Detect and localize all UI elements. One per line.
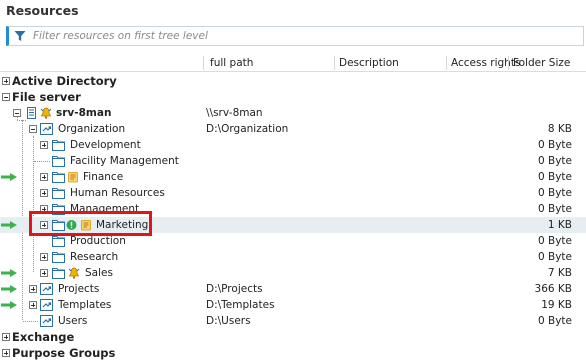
column-header-path[interactable]: full path <box>210 57 253 69</box>
size-cell: 0 Byte <box>537 187 572 199</box>
tree-label: File server <box>12 90 81 104</box>
tree-row-active-directory[interactable]: Active Directory <box>0 73 586 89</box>
tree-row-templates[interactable]: Templates D:\Templates 19 KB <box>0 297 586 313</box>
expand-icon[interactable] <box>29 285 37 293</box>
tree-row-facility-management[interactable]: Facility Management 0 Byte <box>0 153 586 169</box>
size-cell: 7 KB <box>547 267 572 279</box>
expand-icon[interactable] <box>29 301 37 309</box>
tree-label: Active Directory <box>12 74 117 88</box>
tree-label: Human Resources <box>70 187 165 199</box>
page-title: Resources <box>6 3 79 18</box>
collapse-icon[interactable] <box>13 109 21 117</box>
tree-row-users[interactable]: Users D:\Users 0 Byte <box>0 313 586 329</box>
folder-icon <box>52 171 65 183</box>
tree-row-development[interactable]: Development 0 Byte <box>0 137 586 153</box>
green-arrow-icon <box>1 301 17 309</box>
size-cell: 19 KB <box>541 299 572 311</box>
green-arrow-icon <box>1 221 17 229</box>
tree-row-exchange[interactable]: Exchange <box>0 329 586 345</box>
size-cell: 0 Byte <box>537 235 572 247</box>
tree-connector <box>23 321 38 322</box>
green-arrow-icon <box>1 173 17 181</box>
expand-icon[interactable] <box>2 349 10 357</box>
expand-icon[interactable] <box>40 173 48 181</box>
funnel-icon <box>14 31 26 41</box>
tree-row-file-server[interactable]: File server <box>0 89 586 105</box>
tree-label: Facility Management <box>70 155 179 167</box>
size-cell: 0 Byte <box>537 139 572 151</box>
collapse-icon[interactable] <box>2 93 10 101</box>
tree-label: Production <box>70 235 126 247</box>
folder-icon <box>52 267 65 279</box>
path-cell: D:\Users <box>206 315 251 327</box>
column-separator[interactable] <box>508 56 509 70</box>
bell-icon <box>68 267 80 279</box>
expand-icon[interactable] <box>40 269 48 277</box>
collapse-icon[interactable] <box>29 125 37 133</box>
column-separator[interactable] <box>446 56 447 70</box>
column-separator[interactable] <box>203 56 204 70</box>
tree-row-projects[interactable]: Projects D:\Projects 366 KB <box>0 281 586 297</box>
size-cell: 0 Byte <box>537 171 572 183</box>
server-icon <box>25 107 38 119</box>
size-cell: 0 Byte <box>537 155 572 167</box>
highlight-box <box>29 211 152 236</box>
column-header-row: full path Description Access rights Fold… <box>0 54 586 72</box>
tree-label: Exchange <box>12 330 75 344</box>
expand-icon[interactable] <box>2 77 10 85</box>
path-cell: \\srv-8man <box>206 107 263 119</box>
column-header-size[interactable]: Folder Size <box>513 57 570 69</box>
tree-label: Finance <box>83 171 124 183</box>
tree-row-server[interactable]: srv-8man \\srv-8man <box>0 105 586 121</box>
path-cell: D:\Organization <box>206 123 289 135</box>
tree-row-research[interactable]: Research 0 Byte <box>0 249 586 265</box>
filter-placeholder: Filter resources on first tree level <box>33 30 208 42</box>
tree-label: Users <box>58 315 88 327</box>
tree-label: Purpose Groups <box>12 346 116 360</box>
path-cell: D:\Templates <box>206 299 275 311</box>
size-cell: 0 Byte <box>537 251 572 263</box>
folder-icon <box>52 235 65 247</box>
tree-label: srv-8man <box>56 107 112 119</box>
filter-box[interactable]: Filter resources on first tree level <box>6 26 584 46</box>
tree-row-finance[interactable]: Finance 0 Byte <box>0 169 586 185</box>
bell-icon <box>40 107 52 119</box>
tree-label: Research <box>70 251 119 263</box>
tree-connector <box>34 161 50 162</box>
share-icon <box>40 283 53 295</box>
expand-icon[interactable] <box>2 333 10 341</box>
tree-label: Development <box>70 139 141 151</box>
green-arrow-icon <box>1 269 17 277</box>
folder-icon <box>52 251 65 263</box>
tree-label: Sales <box>85 267 113 279</box>
tree-row-organization[interactable]: Organization D:\Organization 8 KB <box>0 121 586 137</box>
size-cell: 0 Byte <box>537 203 572 215</box>
size-cell: 0 Byte <box>537 315 572 327</box>
expand-icon[interactable] <box>40 253 48 261</box>
column-header-description[interactable]: Description <box>339 57 399 69</box>
folder-icon <box>52 155 65 167</box>
folder-icon <box>52 187 65 199</box>
notice-icon <box>67 171 79 183</box>
tree-row-purpose-groups[interactable]: Purpose Groups <box>0 345 586 361</box>
expand-icon[interactable] <box>40 189 48 197</box>
expand-icon[interactable] <box>40 141 48 149</box>
share-icon <box>40 315 53 327</box>
size-cell: 1 KB <box>547 219 572 231</box>
share-icon <box>40 123 53 135</box>
column-header-access[interactable]: Access rights <box>451 57 520 69</box>
tree-label: Templates <box>58 299 112 311</box>
tree-row-sales[interactable]: Sales 7 KB <box>0 265 586 281</box>
tree-label: Organization <box>58 123 126 135</box>
size-cell: 366 KB <box>534 283 572 295</box>
column-separator[interactable] <box>334 56 335 70</box>
green-arrow-icon <box>1 285 17 293</box>
size-cell: 8 KB <box>547 123 572 135</box>
tree-label: Projects <box>58 283 100 295</box>
tree-row-human-resources[interactable]: Human Resources 0 Byte <box>0 185 586 201</box>
folder-icon <box>52 139 65 151</box>
share-icon <box>40 299 53 311</box>
path-cell: D:\Projects <box>206 283 263 295</box>
